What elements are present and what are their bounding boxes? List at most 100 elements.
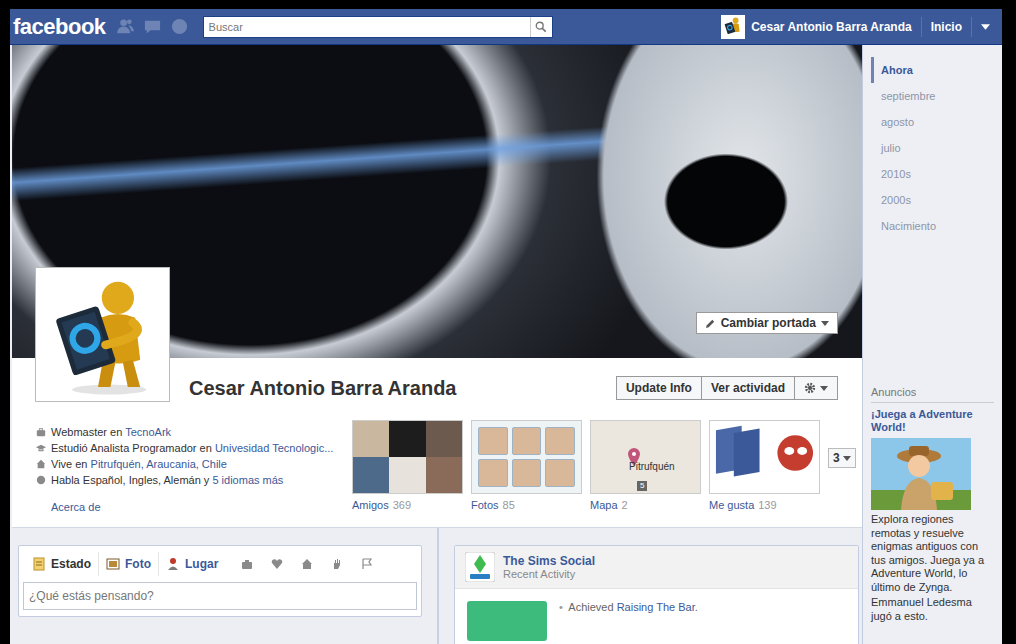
photo-face [512,459,542,487]
timeline-nav-item[interactable]: 2010s [871,161,994,187]
dropdown-arrow-icon [820,386,828,391]
info-item: Vive en Pitrufquén, Araucania, Chile [36,456,352,472]
section-card[interactable]: Pitrufquén5 Mapa 2 [590,420,701,511]
profile-picture[interactable] [35,267,170,402]
timeline-nav-item[interactable]: julio [871,135,994,161]
app-activity-header: The Sims SocialRecent Activity [455,546,858,589]
status-input[interactable]: ¿Qué estás pensando? [23,582,417,610]
more-sections-button[interactable]: 3 [828,448,856,468]
friend-requests-icon[interactable] [116,17,135,36]
section-card[interactable]: Amigos 369 [352,420,463,511]
photo-face [478,459,508,487]
section-label[interactable]: Fotos [471,499,499,511]
profile-action-button[interactable]: Update Info [616,376,702,400]
info-link[interactable]: Pitrufquén, Araucania, Chile [91,458,227,470]
achievement-image[interactable] [467,601,547,641]
search-input[interactable] [204,17,530,37]
pencil-icon [705,318,716,329]
heart-icon[interactable] [271,558,283,570]
timeline-nav-item[interactable]: 2000s [871,187,994,213]
sims-logo-icon[interactable] [465,552,495,582]
section-thumbnail[interactable] [352,420,463,494]
notifications-globe-icon[interactable] [170,17,189,36]
composer-tab[interactable]: Lugar [158,552,225,576]
map-place-label: Pitrufquén [629,461,675,472]
info-link[interactable]: Univesidad Tecnologic... [215,442,333,454]
home-link[interactable]: Inicio [931,20,962,34]
profile-link[interactable]: Cesar Antonio Barra Aranda [721,15,911,39]
section-count: 369 [393,499,411,511]
section-count: 139 [758,499,776,511]
photo-icon [106,557,120,571]
messages-icon[interactable] [143,17,162,36]
section-label[interactable]: Amigos [352,499,389,511]
section-count: 85 [503,499,515,511]
section-card[interactable]: Fotos 85 [471,420,582,511]
timeline-nav-item[interactable]: Ahora [871,57,994,83]
hand-icon[interactable] [331,558,343,570]
dropdown-arrow-icon [821,321,829,326]
timeline-main: Cambiar portadaCesar Antonio Barra Arand… [10,45,862,644]
ad-title[interactable]: ¡Juega a Adventure World! [871,408,994,434]
achievement-link[interactable]: Raising The Bar [617,601,695,613]
home-icon [36,459,46,469]
flag-icon[interactable] [361,558,373,570]
right-sidebar: Ahoraseptiembreagostojulio2010s2000sNaci… [862,45,1002,644]
settings-button[interactable] [795,376,838,400]
ads-panel: Anuncios¡Juega a Adventure World!Explora… [871,386,994,623]
section-label[interactable]: Me gusta [709,499,754,511]
profile-info-row: Webmaster en TecnoArkEstudió Analista Pr… [12,418,862,528]
study-icon [36,443,46,453]
info-link[interactable]: TecnoArk [125,426,171,438]
friend-photo [353,421,389,457]
app-subtitle: Recent Activity [503,568,595,580]
search-button[interactable] [530,17,552,37]
change-cover-button[interactable]: Cambiar portada [696,312,838,334]
section-thumbnail[interactable]: Pitrufquén5 [590,420,701,494]
work-event-icon[interactable] [241,558,253,570]
timeline-nav-item[interactable]: Nacimiento [871,213,994,239]
ad-image[interactable] [871,438,971,510]
section-thumbnail[interactable] [709,420,820,494]
timeline-nav-item[interactable]: agosto [871,109,994,135]
friend-photo [389,421,425,457]
activity-item: • Achieved Raising The Bar. [455,589,858,644]
life-event-icons [241,558,373,570]
separator [971,17,972,37]
user-name[interactable]: Cesar Antonio Barra Aranda [751,20,911,34]
app-title[interactable]: The Sims Social [503,554,595,568]
app-activity-card: The Sims SocialRecent Activity• Achieved… [454,545,859,644]
section-count: 2 [622,499,628,511]
page-body: Cambiar portadaCesar Antonio Barra Arand… [10,45,1002,644]
bullet: • [559,601,563,613]
timeline-stream: EstadoFotoLugar ¿Qué estás pensando? The S… [12,528,862,644]
info-item: Habla Español, Ingles, Alemán y 5 idioma… [36,472,352,488]
section-card[interactable]: Me gusta 139 [709,420,820,511]
friend-photo [426,421,462,457]
profile-action-button[interactable]: Ver actividad [702,376,795,400]
magnifier-icon [535,21,547,33]
composer-tab[interactable]: Foto [98,552,158,576]
photo-face [545,459,575,487]
timeline-nav-item[interactable]: septiembre [871,83,994,109]
adventurer-icon [871,438,971,510]
friend-photo [426,457,462,493]
section-thumbnail[interactable] [471,420,582,494]
ad-social-context: Emmanuel Ledesma jugó a esto. [871,596,994,623]
timeline-navigation: Ahoraseptiembreagostojulio2010s2000sNaci… [871,57,994,239]
place-icon [166,557,180,571]
ad-description: Explora regiones remotas y resuelve enig… [871,513,994,594]
about-link[interactable]: Acerca de [36,501,352,513]
photo-face [545,427,575,455]
info-item: Webmaster en TecnoArk [36,424,352,440]
search-box [203,16,553,38]
composer-tab[interactable]: Estado [25,552,98,576]
friend-photo [389,457,425,493]
house-icon[interactable] [301,558,313,570]
facebook-logo[interactable]: facebook [13,14,106,40]
account-menu-arrow-icon[interactable] [981,24,990,30]
info-link[interactable]: 5 idiomas más [212,474,283,486]
section-label[interactable]: Mapa [590,499,618,511]
user-avatar [721,15,745,39]
golden-figure-icon [722,16,744,38]
